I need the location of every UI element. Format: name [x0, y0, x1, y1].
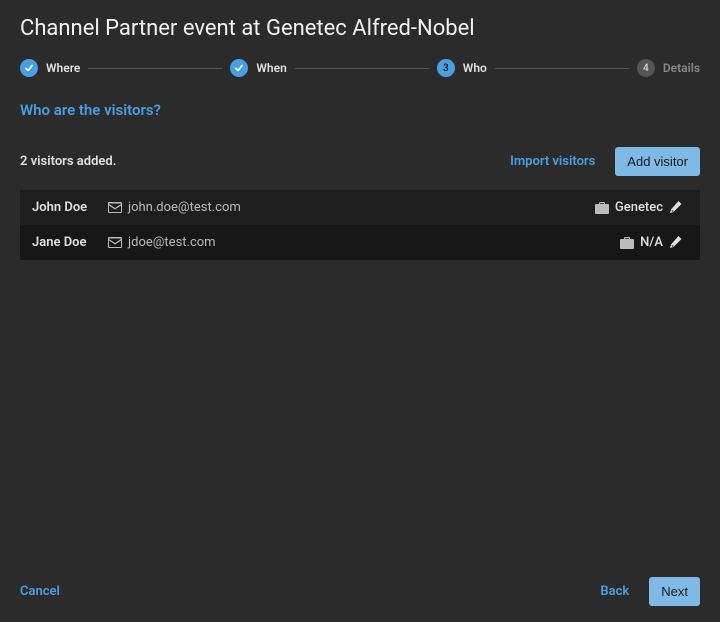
- import-visitors-link[interactable]: Import visitors: [510, 154, 595, 169]
- envelope-icon: [108, 202, 122, 213]
- step-label: Who: [463, 61, 487, 75]
- step-when: When: [230, 59, 286, 77]
- step-label: When: [256, 61, 286, 75]
- cancel-button[interactable]: Cancel: [20, 584, 60, 599]
- step-number-icon: 3: [437, 59, 455, 77]
- visitor-name: John Doe: [32, 200, 98, 215]
- progress-stepper: Where When 3 Who 4 Details: [20, 59, 700, 77]
- next-button[interactable]: Next: [649, 577, 700, 606]
- visitor-name: Jane Doe: [32, 235, 98, 250]
- step-details: 4 Details: [637, 59, 700, 77]
- visitor-email: jdoe@test.com: [128, 235, 216, 250]
- dialog-footer: Cancel Back Next: [20, 569, 700, 606]
- step-connector: [88, 68, 222, 69]
- step-label: Details: [663, 61, 700, 75]
- step-where: Where: [20, 59, 80, 77]
- step-connector: [495, 68, 629, 69]
- step-label: Where: [46, 61, 80, 75]
- visitor-count-text: 2 visitors added.: [20, 154, 116, 169]
- back-button[interactable]: Back: [600, 584, 629, 599]
- envelope-icon: [108, 237, 122, 248]
- visitor-row: Jane Doe jdoe@test.com N/A: [20, 225, 700, 260]
- visitor-toolbar: 2 visitors added. Import visitors Add vi…: [20, 147, 700, 176]
- check-icon: [230, 59, 248, 77]
- add-visitor-button[interactable]: Add visitor: [615, 147, 700, 176]
- step-who: 3 Who: [437, 59, 487, 77]
- briefcase-icon: [595, 202, 609, 214]
- pencil-icon[interactable]: [669, 201, 682, 214]
- pencil-icon[interactable]: [669, 236, 682, 249]
- step-number-icon: 4: [637, 59, 655, 77]
- visitor-company: Genetec: [615, 200, 663, 215]
- section-heading: Who are the visitors?: [20, 101, 700, 119]
- step-connector: [295, 68, 429, 69]
- visitor-company: N/A: [640, 235, 663, 250]
- visitor-email: john.doe@test.com: [128, 200, 241, 215]
- visitor-row: John Doe john.doe@test.com Genetec: [20, 190, 700, 225]
- page-title: Channel Partner event at Genetec Alfred-…: [20, 16, 700, 41]
- briefcase-icon: [620, 237, 634, 249]
- visitor-list: John Doe john.doe@test.com Genetec Jane …: [20, 190, 700, 260]
- check-icon: [20, 59, 38, 77]
